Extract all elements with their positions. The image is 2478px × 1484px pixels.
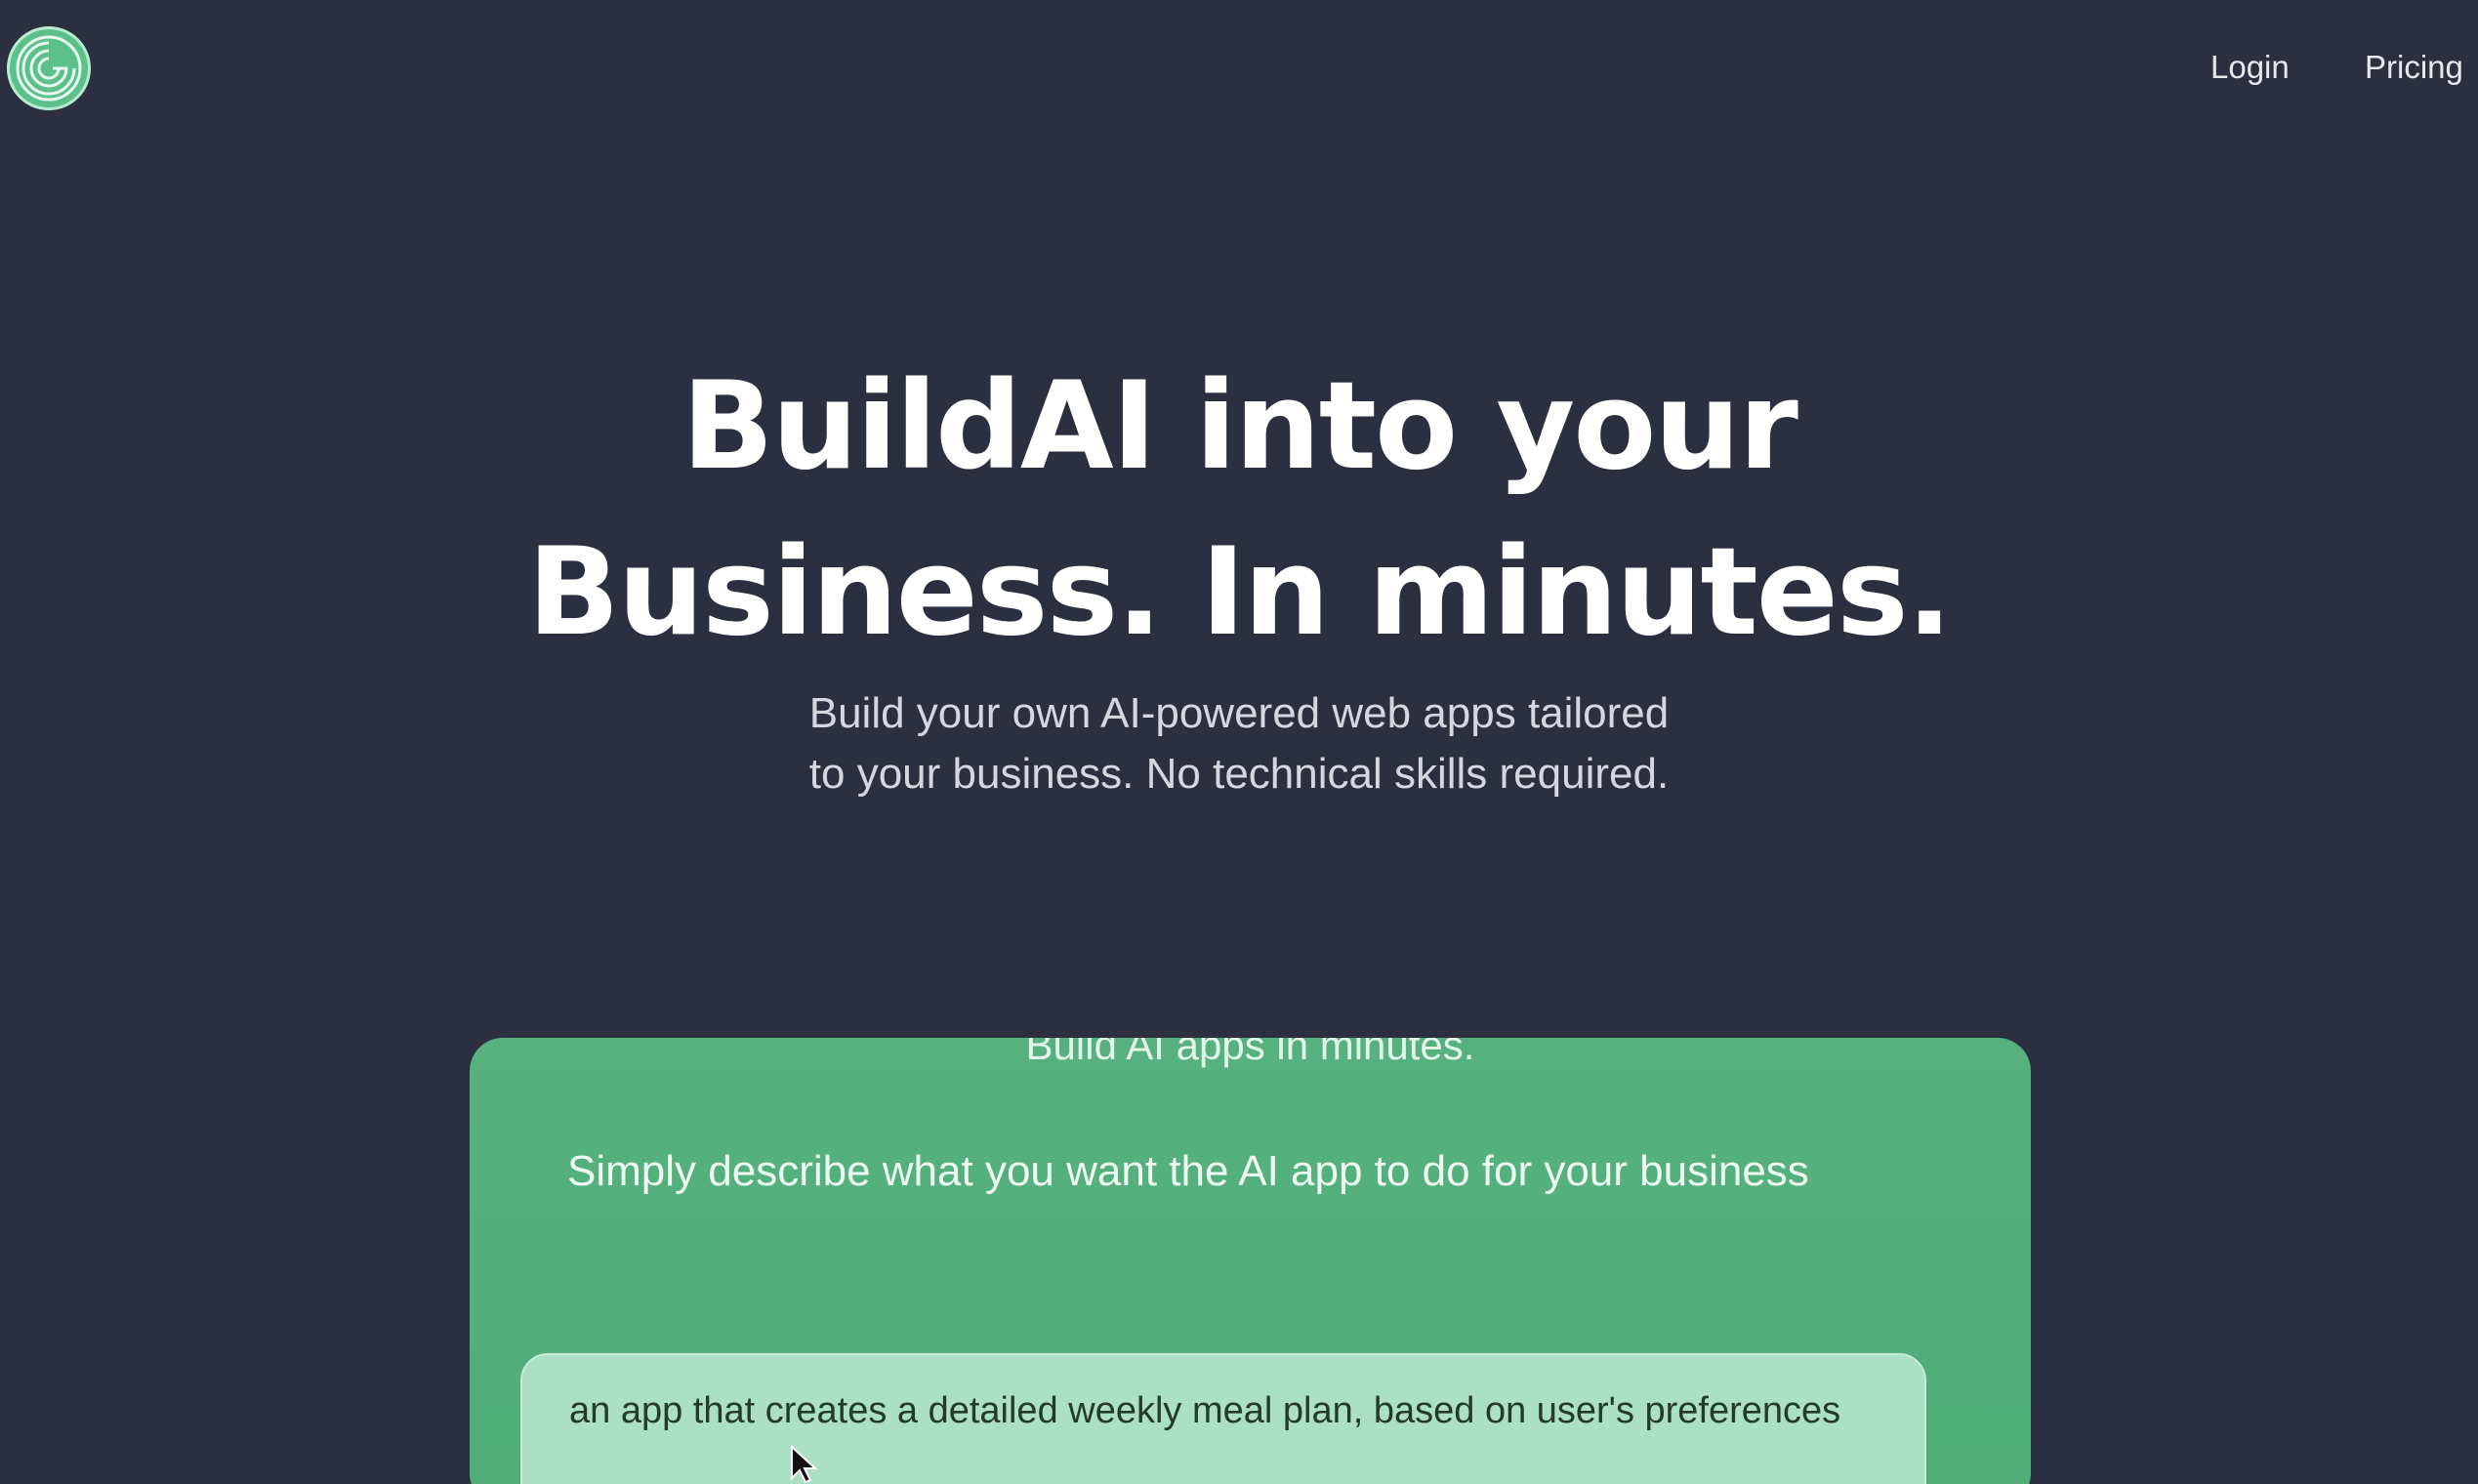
demo-card-title: Build AI apps in minutes. bbox=[1025, 1038, 1475, 1068]
app-description-value: an app that creates a detailed weekly me… bbox=[569, 1390, 1841, 1431]
mouse-pointer-icon bbox=[791, 1445, 818, 1484]
spiral-logo-icon bbox=[16, 35, 82, 102]
nav-login-link[interactable]: Login bbox=[2210, 49, 2290, 86]
demo-card: Build AI apps in minutes. Simply describ… bbox=[470, 1038, 2031, 1484]
hero-headline: BuildAI into your Business. In minutes. bbox=[0, 344, 2478, 676]
nav-pricing-link[interactable]: Pricing bbox=[2365, 49, 2463, 86]
hero-subtitle: Build your own AI-powered web apps tailo… bbox=[0, 683, 2478, 804]
demo-card-description: Simply describe what you want the AI app… bbox=[567, 1147, 1809, 1195]
logo[interactable] bbox=[7, 26, 91, 110]
headline-line-2: Business. In minutes. bbox=[527, 522, 1953, 663]
app-description-input[interactable]: an app that creates a detailed weekly me… bbox=[520, 1353, 1926, 1484]
headline-line-1: BuildAI into your bbox=[681, 356, 1798, 497]
subtitle-line-1: Build your own AI-powered web apps tailo… bbox=[808, 689, 1670, 737]
subtitle-line-2: to your business. No technical skills re… bbox=[808, 750, 1670, 798]
